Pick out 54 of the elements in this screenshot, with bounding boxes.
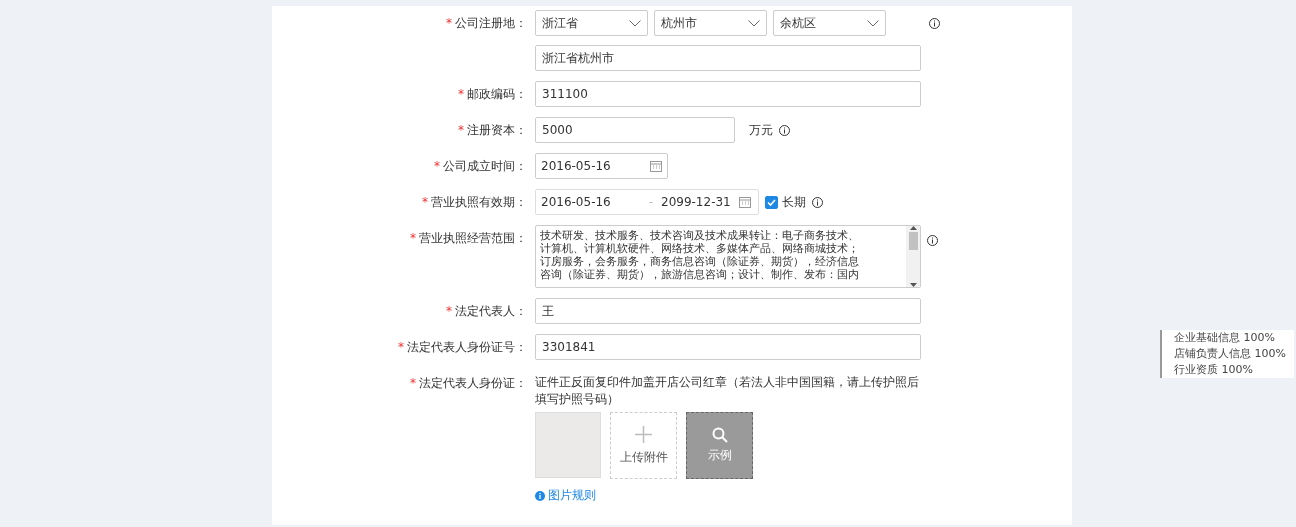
select-field[interactable]: 余杭区 <box>773 10 886 36</box>
text-line: 计算机、计算机软硬件、网络技术、多媒体产品、网络商城技术； <box>540 242 860 255</box>
required-mark: * <box>458 86 464 103</box>
search-icon <box>711 427 728 443</box>
input-field[interactable]: 王 <box>535 298 921 324</box>
required-mark: * <box>446 303 452 320</box>
field-label: 公司注册地： <box>455 15 527 32</box>
upload-button[interactable]: 上传附件 <box>610 412 677 479</box>
document-thumbnail <box>535 412 601 478</box>
unit-label: 万元 <box>749 121 773 139</box>
scroll-up-icon <box>909 226 917 230</box>
required-mark: * <box>458 122 464 139</box>
required-mark: * <box>434 158 440 175</box>
field-label: 法定代表人身份证： <box>419 375 527 392</box>
field-label: 营业执照有效期： <box>431 194 527 211</box>
field-label: 法定代表人： <box>455 303 527 320</box>
field-label: 注册资本： <box>467 122 527 139</box>
progress-item: 行业资质 100% <box>1174 362 1254 378</box>
input-field[interactable]: 3301841 <box>535 334 921 360</box>
field-label: 公司成立时间： <box>443 158 527 175</box>
scrollbar-thumb[interactable] <box>908 232 918 250</box>
calendar-icon <box>650 160 662 172</box>
text-area[interactable]: 技术研发、技术服务、技术咨询及技术成果转让：电子商务技术、 计算机、计算机软硬件、网络技术、多媒体产品、网络商城技术； 订房服务，会务服务，商务信息咨询（除证券、期货），经济信息 咨询（除证券、期货），旅游信息咨询；设计、制作、发布：国内 <box>535 225 921 288</box>
address-field[interactable]: 浙江省杭州市 <box>535 45 921 71</box>
chevron-down-icon <box>748 19 760 27</box>
date-field[interactable]: 2016-05-16 <box>535 153 668 179</box>
select-field[interactable]: 杭州市 <box>654 10 767 36</box>
checkbox-label: 长期 <box>782 193 806 211</box>
date-range-field[interactable]: 2016-05-16 - 2099-12-31 <box>535 189 759 215</box>
info-icon <box>535 490 545 501</box>
text-line: 咨询（除证券、期货），旅游信息咨询；设计、制作、发布：国内 <box>540 268 860 281</box>
chevron-down-icon <box>867 19 879 27</box>
required-mark: * <box>410 230 416 247</box>
image-rules-link[interactable]: 图片规则 <box>535 487 925 504</box>
text-line: 技术研发、技术服务、技术咨询及技术成果转让：电子商务技术、 <box>540 229 860 242</box>
field-label: 营业执照经营范围： <box>419 230 527 247</box>
scroll-down-icon <box>909 283 917 287</box>
input-field[interactable]: 5000 <box>535 117 735 143</box>
progress-item: 店铺负责人信息 100% <box>1174 346 1286 362</box>
select-field[interactable]: 浙江省 <box>535 10 648 36</box>
text-line: 订房服务，会务服务，商务信息咨询（除证券、期货），经济信息 <box>540 255 860 268</box>
checkbox[interactable] <box>765 195 778 209</box>
required-mark: * <box>446 15 452 32</box>
plus-icon <box>635 425 652 443</box>
calendar-icon <box>739 196 751 208</box>
field-label: 邮政编码： <box>467 86 527 103</box>
required-mark: * <box>398 339 404 356</box>
chevron-down-icon <box>629 19 641 27</box>
required-mark: * <box>422 194 428 211</box>
progress-item: 企业基础信息 100% <box>1174 330 1276 346</box>
field-label: 法定代表人身份证号： <box>407 339 527 356</box>
input-field[interactable]: 311100 <box>535 81 921 107</box>
required-mark: * <box>410 375 416 392</box>
hint-text: 证件正反面复印件加盖开店公司红章（若法人非中国国籍，请上传护照后填写护照号码） <box>535 374 920 408</box>
